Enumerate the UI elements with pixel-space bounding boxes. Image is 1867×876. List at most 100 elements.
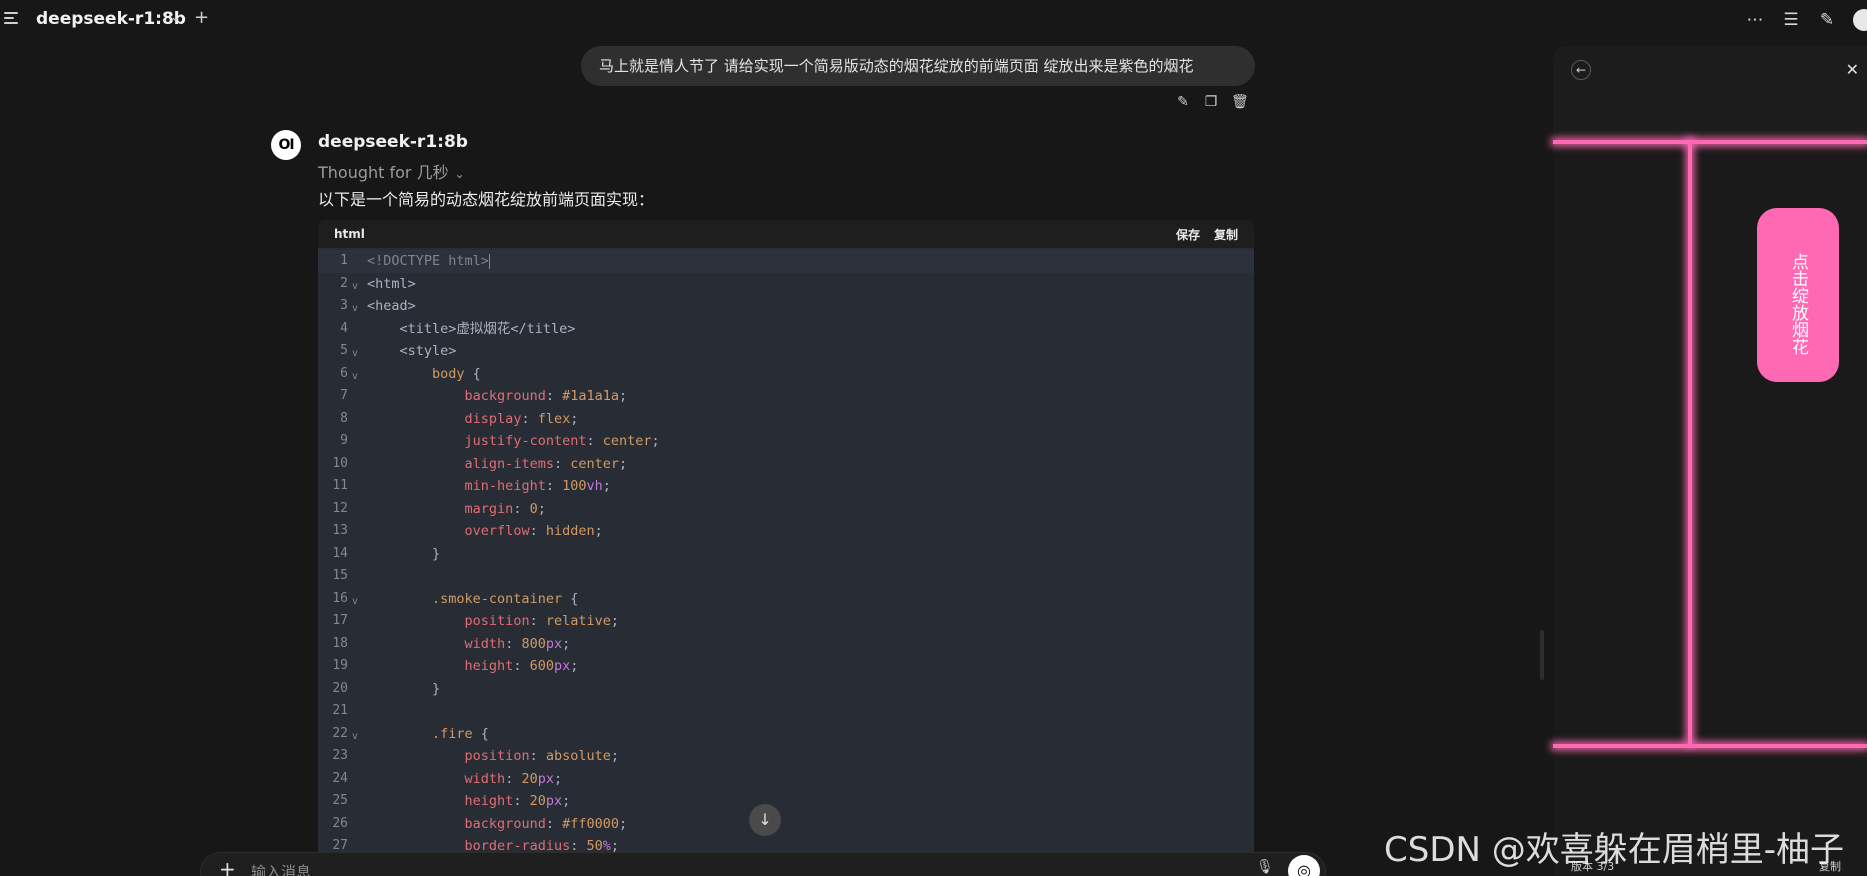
mic-icon[interactable]: 🎙 bbox=[1256, 859, 1274, 875]
line-number: 19 bbox=[332, 658, 348, 673]
message-actions: ✎ ❐ 🗑 bbox=[1175, 94, 1249, 110]
code-line: 21 bbox=[318, 700, 1254, 723]
code-line: 3 v <head> bbox=[318, 295, 1254, 318]
edit-icon[interactable]: ✎ bbox=[1175, 94, 1191, 110]
line-number: 7 bbox=[340, 388, 348, 403]
line-number: 18 bbox=[332, 635, 348, 651]
code-line: 10 align-items: center; bbox=[318, 453, 1254, 476]
line-number: 9 bbox=[340, 433, 348, 448]
new-chat-icon[interactable]: ✎ bbox=[1817, 10, 1837, 30]
line-number: 24 bbox=[332, 770, 348, 786]
code-text: body { bbox=[432, 365, 481, 382]
code-text: <!DOCTYPE html> bbox=[367, 253, 490, 269]
line-number: 17 bbox=[332, 613, 348, 628]
close-icon[interactable]: ✕ bbox=[1846, 60, 1859, 79]
code-text: <style> bbox=[367, 343, 457, 359]
glow-line-bottom bbox=[1553, 744, 1867, 748]
code-language: html bbox=[334, 227, 365, 241]
more-options-icon[interactable]: ⋯ bbox=[1745, 10, 1765, 30]
code-line: 20 } bbox=[318, 678, 1254, 701]
code-line: 18 width: 800px; bbox=[318, 633, 1254, 656]
launch-fireworks-button[interactable]: 点击绽放烟花 bbox=[1757, 208, 1839, 382]
glow-line-vertical bbox=[1688, 140, 1692, 744]
code-text: <head> bbox=[367, 298, 416, 314]
code-line: 2 v <html> bbox=[318, 273, 1254, 296]
model-selector[interactable]: deepseek-r1:8b bbox=[36, 9, 186, 29]
code-header: html 保存 复制 bbox=[318, 220, 1254, 248]
code-line: 19 height: 600px; bbox=[318, 655, 1254, 678]
voice-mode-button[interactable]: ◎ bbox=[1288, 855, 1320, 876]
scroll-down-button[interactable]: ↓ bbox=[749, 804, 781, 836]
save-button[interactable]: 保存 bbox=[1176, 226, 1200, 243]
delete-icon[interactable]: 🗑 bbox=[1231, 94, 1249, 110]
code-text: width: 800px; bbox=[464, 635, 571, 652]
controls-icon[interactable]: ☰ bbox=[1781, 10, 1801, 30]
glow-line-top bbox=[1553, 140, 1867, 144]
line-number: 23 bbox=[332, 748, 348, 763]
code-text: position: relative; bbox=[464, 613, 620, 629]
code-text: height: 600px; bbox=[464, 658, 579, 674]
assistant-avatar: OI bbox=[271, 130, 301, 160]
code-line: 9 justify-content: center; bbox=[318, 430, 1254, 453]
line-number: 21 bbox=[332, 703, 348, 718]
code-line: 14 } bbox=[318, 543, 1254, 566]
line-number: 12 bbox=[332, 500, 348, 516]
code-line: 1 <!DOCTYPE html> bbox=[318, 250, 1254, 273]
add-model-icon[interactable]: + bbox=[194, 7, 209, 28]
code-line: 12 margin: 0; bbox=[318, 498, 1254, 521]
code-text: overflow: hidden; bbox=[464, 523, 603, 539]
code-line: 5v <style> bbox=[318, 340, 1254, 363]
line-number: 13 bbox=[332, 523, 348, 538]
user-message: 马上就是情人节了 请给实现一个简易版动态的烟花绽放的前端页面 绽放出来是紫色的烟… bbox=[581, 46, 1255, 86]
code-text: justify-content: center; bbox=[464, 433, 660, 449]
back-icon[interactable]: ← bbox=[1571, 60, 1591, 80]
code-line: 22 v .fire { bbox=[318, 723, 1254, 746]
preview-frame: 点击绽放烟花 bbox=[1553, 140, 1867, 876]
watermark: CSDN @欢喜躲在眉梢里-柚子 bbox=[1384, 830, 1845, 870]
thought-toggle[interactable]: Thought for 几秒 ⌄ bbox=[318, 159, 465, 183]
user-avatar[interactable] bbox=[1853, 9, 1867, 31]
chevron-down-icon[interactable]: ⌄ bbox=[170, 10, 181, 25]
code-text: background: #ff0000; bbox=[464, 815, 628, 832]
code-line: 17 position: relative; bbox=[318, 610, 1254, 633]
line-number: 2 bbox=[340, 275, 348, 291]
code-line: 23 position: absolute; bbox=[318, 745, 1254, 768]
code-text: .smoke-container { bbox=[432, 590, 579, 607]
line-number: 5 bbox=[340, 343, 348, 358]
code-text: <html> bbox=[367, 275, 416, 292]
top-bar: deepseek-r1:8b ⌄ + ⋯ ☰ ✎ bbox=[0, 0, 1867, 40]
attach-icon[interactable]: + bbox=[219, 857, 236, 876]
code-text: position: absolute; bbox=[464, 748, 620, 764]
line-number: 14 bbox=[332, 545, 348, 561]
thought-label: Thought for 几秒 bbox=[318, 163, 449, 182]
code-line: 4 <title>虚拟烟花</title> bbox=[318, 318, 1254, 341]
code-line: 16 v .smoke-container { bbox=[318, 588, 1254, 611]
code-line: 6v body { bbox=[318, 363, 1254, 386]
copy-icon[interactable]: ❐ bbox=[1203, 94, 1219, 110]
copy-button[interactable]: 复制 bbox=[1214, 226, 1238, 243]
code-line: 8 display: flex; bbox=[318, 408, 1254, 431]
line-number: 16 bbox=[332, 590, 348, 606]
code-text: margin: 0; bbox=[464, 500, 546, 517]
code-text: .fire { bbox=[432, 725, 489, 742]
line-number: 15 bbox=[332, 568, 348, 583]
line-number: 6 bbox=[340, 365, 348, 381]
code-line: 7 background: #1a1a1a; bbox=[318, 385, 1254, 408]
code-editor[interactable]: 1 <!DOCTYPE html> 2 v <html> 3 v <head> 4 <title… bbox=[318, 248, 1254, 858]
line-number: 22 bbox=[332, 725, 348, 741]
line-number: 4 bbox=[340, 320, 348, 336]
artifact-preview-panel: ← ✕ 点击绽放烟花 版本 3/3 复制 bbox=[1553, 46, 1867, 876]
code-line: 13 overflow: hidden; bbox=[318, 520, 1254, 543]
code-text: align-items: center; bbox=[464, 455, 628, 472]
panel-resize-handle[interactable] bbox=[1540, 630, 1544, 680]
message-input[interactable]: 输入消息 bbox=[251, 861, 311, 876]
code-text: } bbox=[367, 680, 441, 697]
code-text: display: flex; bbox=[464, 410, 579, 427]
assistant-name: deepseek-r1:8b bbox=[318, 132, 468, 152]
sidebar-toggle-icon[interactable] bbox=[4, 12, 20, 26]
code-line: 15 bbox=[318, 565, 1254, 588]
response-intro: 以下是一个简易的动态烟花绽放前端页面实现： bbox=[318, 190, 655, 209]
top-actions: ⋯ ☰ ✎ bbox=[1745, 6, 1867, 34]
line-number: 10 bbox=[332, 455, 348, 471]
code-block: html 保存 复制 1 <!DOCTYPE html> 2 v <html> 3 v <he… bbox=[318, 220, 1254, 876]
